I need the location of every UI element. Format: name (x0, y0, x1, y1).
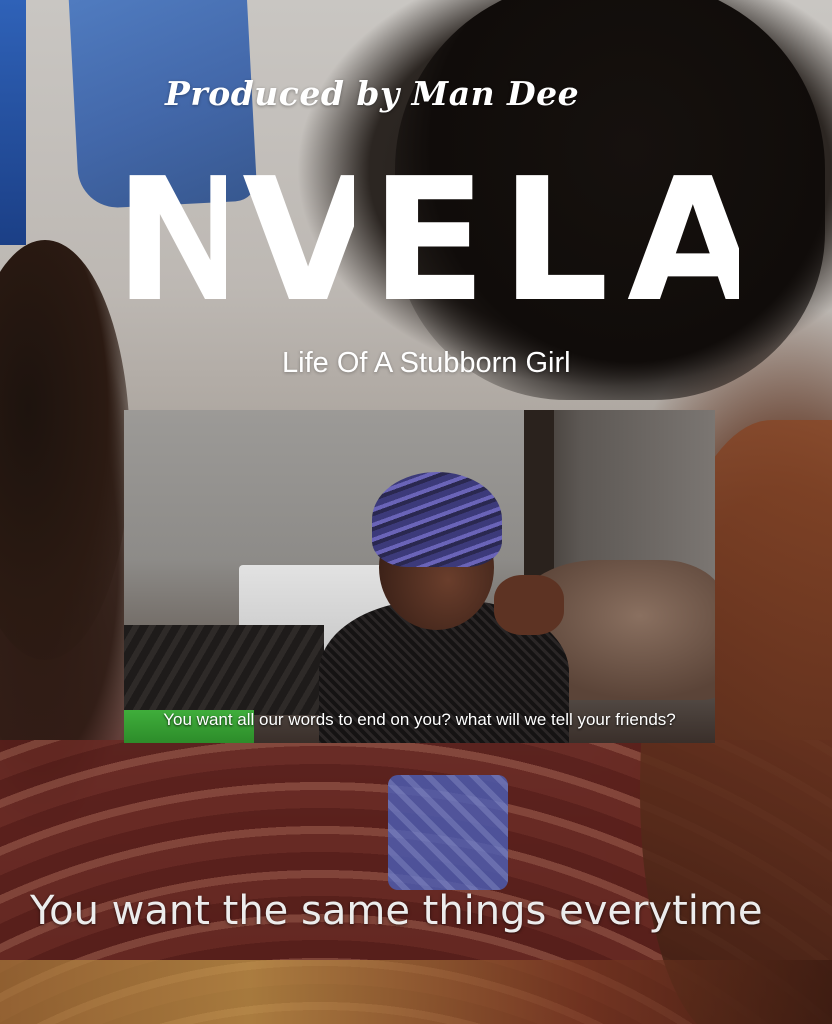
movie-tagline: Life Of A Stubborn Girl (282, 347, 571, 379)
background-blue-cloth-left (0, 0, 26, 245)
inset-headwrap (372, 472, 502, 567)
title-letter: L (500, 155, 609, 327)
title-letter: E (370, 155, 483, 327)
movie-poster: Produced by Man Dee N V E L A Life Of A … (0, 0, 832, 1024)
bottom-subtitle: You want the same things everytime (30, 888, 763, 934)
title-letter: A (627, 155, 739, 327)
background-bottom-fabric (0, 960, 832, 1024)
movie-title: N V E L A (114, 155, 739, 327)
producer-credit: Produced by Man Dee (165, 74, 580, 113)
inset-couch (124, 625, 324, 715)
background-blue-fabric (388, 775, 508, 890)
title-letter: V (242, 155, 355, 327)
inset-film-still: You want all our words to end on you? wh… (124, 410, 715, 743)
background-person-head-left (0, 240, 130, 660)
title-letter: N (114, 155, 226, 327)
inset-hand (494, 575, 564, 635)
inset-subtitle: You want all our words to end on you? wh… (163, 710, 676, 729)
